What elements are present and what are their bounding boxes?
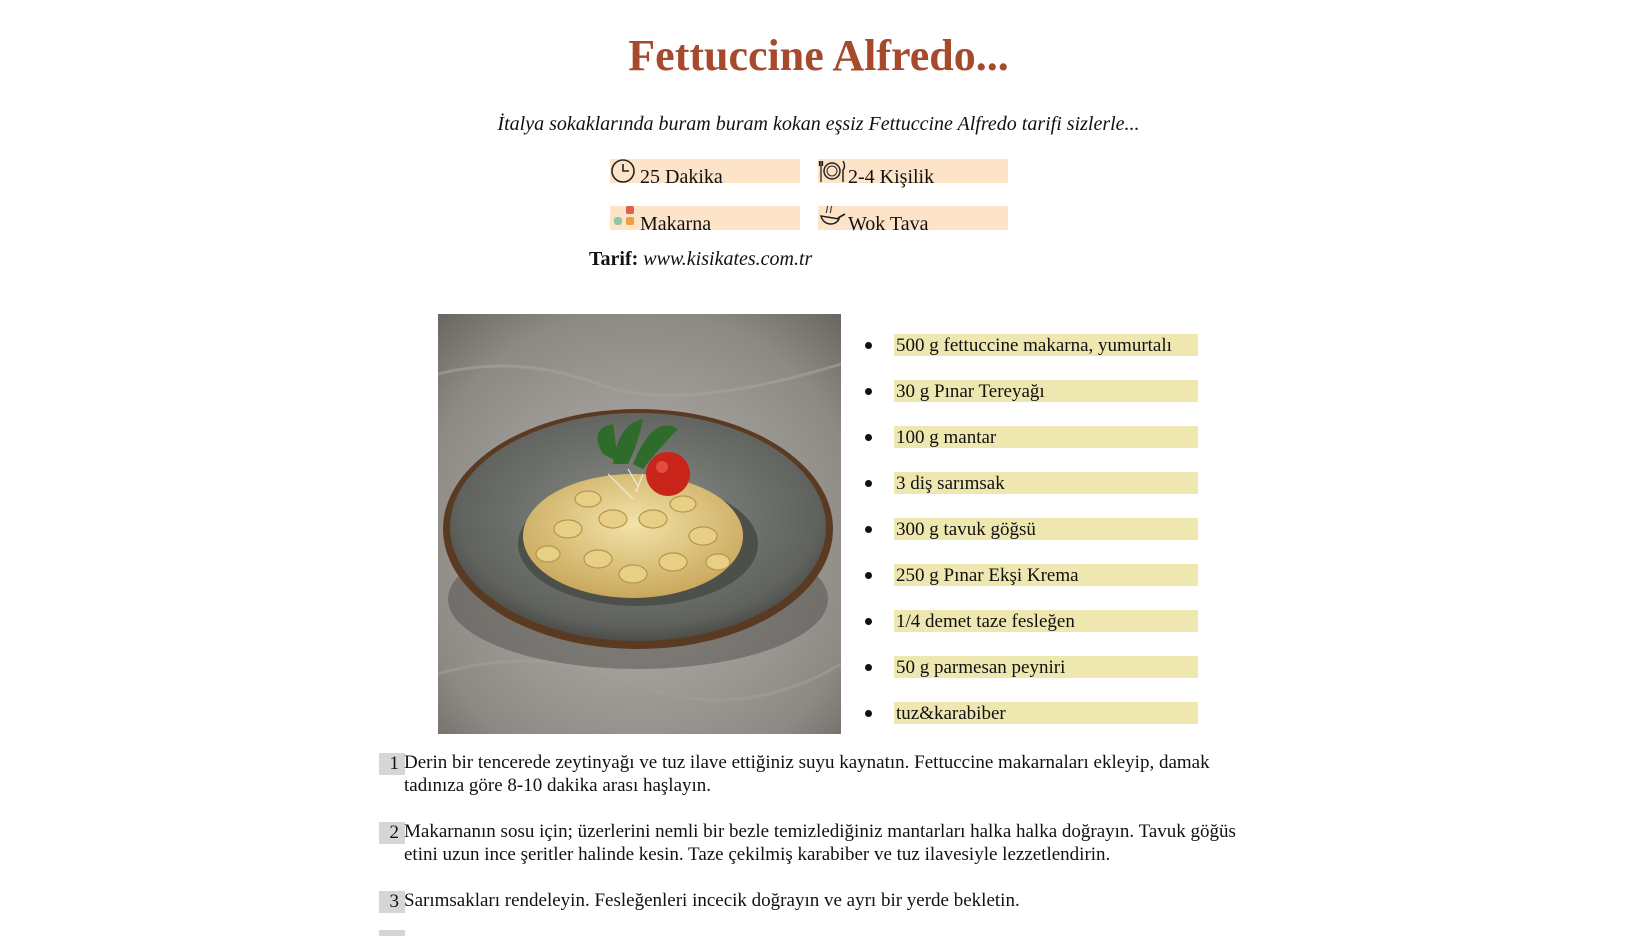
servings-badge: 2-4 Kişilik bbox=[818, 159, 1008, 188]
step-number: 1 bbox=[379, 753, 405, 775]
ingredient-item: 30 g Pınar Tereyağı bbox=[894, 380, 1198, 402]
bullet-icon bbox=[865, 710, 872, 717]
pasta-dish-image bbox=[438, 314, 841, 734]
servings-text: 2-4 Kişilik bbox=[848, 166, 935, 188]
bullet-icon bbox=[865, 434, 872, 441]
ingredient-item: 300 g tavuk göğsü bbox=[894, 518, 1198, 540]
bullet-icon bbox=[865, 342, 872, 349]
category-dots-icon bbox=[614, 206, 634, 225]
ingredient-item: 3 diş sarımsak bbox=[894, 472, 1198, 494]
step-number-text: 3 bbox=[389, 891, 400, 912]
wok-pan-icon bbox=[820, 205, 846, 225]
step-text: Makarnanın sosu için; üzerlerini nemli b… bbox=[404, 821, 1236, 865]
ingredient-item: 50 g parmesan peyniri bbox=[894, 656, 1198, 678]
step-text: Derin bir tencerede zeytinyağı ve tuz il… bbox=[404, 752, 1210, 796]
step-number: 3 bbox=[379, 891, 405, 913]
step-number-text: 2 bbox=[389, 822, 400, 843]
bullet-icon bbox=[865, 664, 872, 671]
recipe-subtitle: İtalya sokaklarında buram buram kokan eş… bbox=[497, 113, 1140, 135]
clock-icon bbox=[611, 159, 635, 183]
equipment-text: Wok Tava bbox=[848, 213, 929, 235]
bullet-icon bbox=[865, 618, 872, 625]
ingredient-item: 250 g Pınar Ekşi Krema bbox=[894, 564, 1198, 586]
bullet-icon bbox=[865, 572, 872, 579]
recipe-source: Tarif: www.kisikates.com.tr bbox=[589, 248, 812, 271]
recipe-title: Fettuccine Alfredo... bbox=[628, 31, 1009, 80]
plate-cutlery-icon bbox=[818, 160, 846, 182]
category-badge: Makarna bbox=[610, 206, 800, 235]
time-badge: 25 Dakika bbox=[610, 159, 800, 188]
bullet-icon bbox=[865, 388, 872, 395]
equipment-badge: Wok Tava bbox=[818, 205, 1008, 235]
ingredient-item: 500 g fettuccine makarna, yumurtalı bbox=[894, 334, 1198, 356]
step-number: 2 bbox=[379, 822, 405, 844]
time-text: 25 Dakika bbox=[640, 166, 723, 188]
step-text: Sarımsakları rendeleyin. Fesleğenleri in… bbox=[404, 890, 1020, 911]
step-number-text: 1 bbox=[389, 753, 400, 774]
ingredient-item: 1/4 demet taze fesleğen bbox=[894, 610, 1198, 632]
bullet-icon bbox=[865, 480, 872, 487]
source-value: www.kisikates.com.tr bbox=[643, 248, 813, 270]
step-4-number-partial bbox=[379, 930, 405, 936]
ingredient-item: tuz&karabiber bbox=[894, 702, 1198, 724]
source-label: Tarif: bbox=[589, 248, 639, 270]
recipe-photo bbox=[438, 314, 841, 734]
category-text: Makarna bbox=[640, 213, 712, 235]
bullet-icon bbox=[865, 526, 872, 533]
ingredient-item: 100 g mantar bbox=[894, 426, 1198, 448]
